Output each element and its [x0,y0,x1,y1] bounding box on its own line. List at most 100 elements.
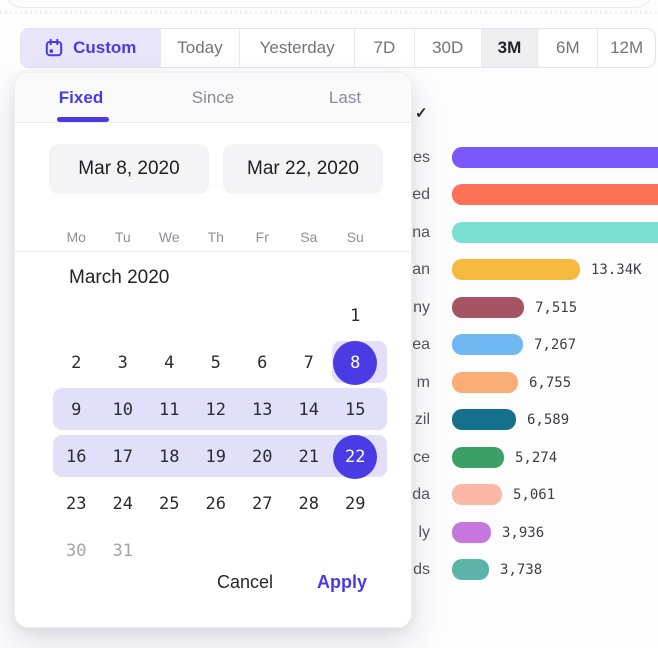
day-cell-empty [53,292,100,339]
day-cell-7[interactable]: 7 [286,339,333,386]
bar-value-label: 6,589 [527,401,569,438]
divider [15,251,411,252]
day-cell-22[interactable]: 22 [332,433,379,480]
day-cell-26[interactable]: 26 [193,480,240,527]
calendar-week-row: 2345678 [53,339,387,386]
day-cell-13[interactable]: 13 [239,386,286,433]
day-cell-18[interactable]: 18 [146,433,193,480]
weekday-label: Tu [100,223,147,251]
day-cell-empty [193,292,240,339]
range-preset-3m[interactable]: 3M [481,29,538,67]
background-dotted-line [0,11,658,14]
weekday-label: Fr [239,223,286,251]
range-preset-yesterday[interactable]: Yesterday [239,29,354,67]
preset-label: Today [177,38,222,58]
range-preset-30d[interactable]: 30D [414,29,481,67]
date-inputs-row: Mar 8, 2020 Mar 22, 2020 [49,144,384,194]
day-cell-empty [239,527,286,574]
day-cell-17[interactable]: 17 [100,433,147,480]
day-cell-25[interactable]: 25 [146,480,193,527]
day-cell-empty [332,527,379,574]
date-range-toolbar: Custom Today Yesterday 7D 30D 3M 6M 12M [20,28,656,68]
bar [452,522,491,543]
day-cell-empty [193,527,240,574]
day-cell-empty [286,527,333,574]
day-cell-28[interactable]: 28 [286,480,333,527]
preset-label: 3M [498,38,522,58]
range-preset-7d[interactable]: 7D [354,29,414,67]
country-label-fragment: ea [412,326,430,363]
calendar-week-row: 3031 [53,527,387,574]
start-date-input[interactable]: Mar 8, 2020 [49,144,209,194]
tab-fixed[interactable]: Fixed [15,73,147,122]
popup-actions: Cancel Apply [217,572,367,593]
calendar-week-row: 16171819202122 [53,433,387,480]
calendar-week-row: 23242526272829 [53,480,387,527]
day-cell-empty [286,292,333,339]
day-cell-empty [239,292,286,339]
country-label-fragment: an [412,251,430,288]
day-cell-11[interactable]: 11 [146,386,193,433]
selected-day-circle: 22 [333,435,377,479]
end-date-input[interactable]: Mar 22, 2020 [223,144,383,194]
screen: esednaan13.34Kny7,515ea7,267m6,755zil6,5… [0,0,658,648]
preset-label: 7D [373,38,395,58]
bar [452,484,502,505]
day-cell-5[interactable]: 5 [193,339,240,386]
day-cell-20[interactable]: 20 [239,433,286,480]
range-preset-custom[interactable]: Custom [21,29,160,67]
day-cell-31: 31 [100,527,147,574]
day-cell-6[interactable]: 6 [239,339,286,386]
background-panel-edge [6,0,652,8]
day-cell-12[interactable]: 12 [193,386,240,433]
range-preset-6m[interactable]: 6M [537,29,597,67]
day-cell-9[interactable]: 9 [53,386,100,433]
country-label-fragment: ed [412,176,430,213]
weekday-label: Th [193,223,240,251]
bar-value-label: 3,738 [500,551,542,588]
bar [452,409,516,430]
bar [452,334,523,355]
day-cell-29[interactable]: 29 [332,480,379,527]
weekday-label: Su [332,223,379,251]
day-cell-15[interactable]: 15 [332,386,379,433]
country-label-fragment: ce [413,439,430,476]
day-cell-24[interactable]: 24 [100,480,147,527]
calendar-week-row: 1 [53,292,387,339]
range-preset-today[interactable]: Today [160,29,240,67]
day-cell-empty [146,527,193,574]
day-cell-4[interactable]: 4 [146,339,193,386]
tab-since[interactable]: Since [147,73,279,122]
preset-label: Custom [73,38,136,58]
preset-label: 6M [556,38,580,58]
preset-label: 30D [432,38,463,58]
active-tab-underline [57,117,109,122]
day-cell-27[interactable]: 27 [239,480,286,527]
apply-button[interactable]: Apply [317,572,367,593]
bar [452,372,518,393]
tab-last[interactable]: Last [279,73,411,122]
bar-value-label: 5,274 [515,439,557,476]
day-cell-23[interactable]: 23 [53,480,100,527]
country-label-fragment: na [412,214,430,251]
day-cell-10[interactable]: 10 [100,386,147,433]
day-cell-21[interactable]: 21 [286,433,333,480]
country-label-fragment: ly [418,514,430,551]
bar [452,147,658,168]
day-cell-16[interactable]: 16 [53,433,100,480]
day-cell-14[interactable]: 14 [286,386,333,433]
bar [452,447,504,468]
day-cell-8[interactable]: 8 [332,339,379,386]
calendar-icon [44,38,64,58]
bar-value-label: 5,061 [513,476,555,513]
day-cell-1[interactable]: 1 [332,292,379,339]
country-label-fragment: ds [413,551,430,588]
cancel-button[interactable]: Cancel [217,572,273,593]
day-cell-19[interactable]: 19 [193,433,240,480]
month-title: March 2020 [69,267,169,289]
preset-label: 12M [610,38,643,58]
range-preset-12m[interactable]: 12M [597,29,655,67]
day-cell-3[interactable]: 3 [100,339,147,386]
day-cell-2[interactable]: 2 [53,339,100,386]
calendar-grid: 1234567891011121314151617181920212223242… [53,292,387,574]
